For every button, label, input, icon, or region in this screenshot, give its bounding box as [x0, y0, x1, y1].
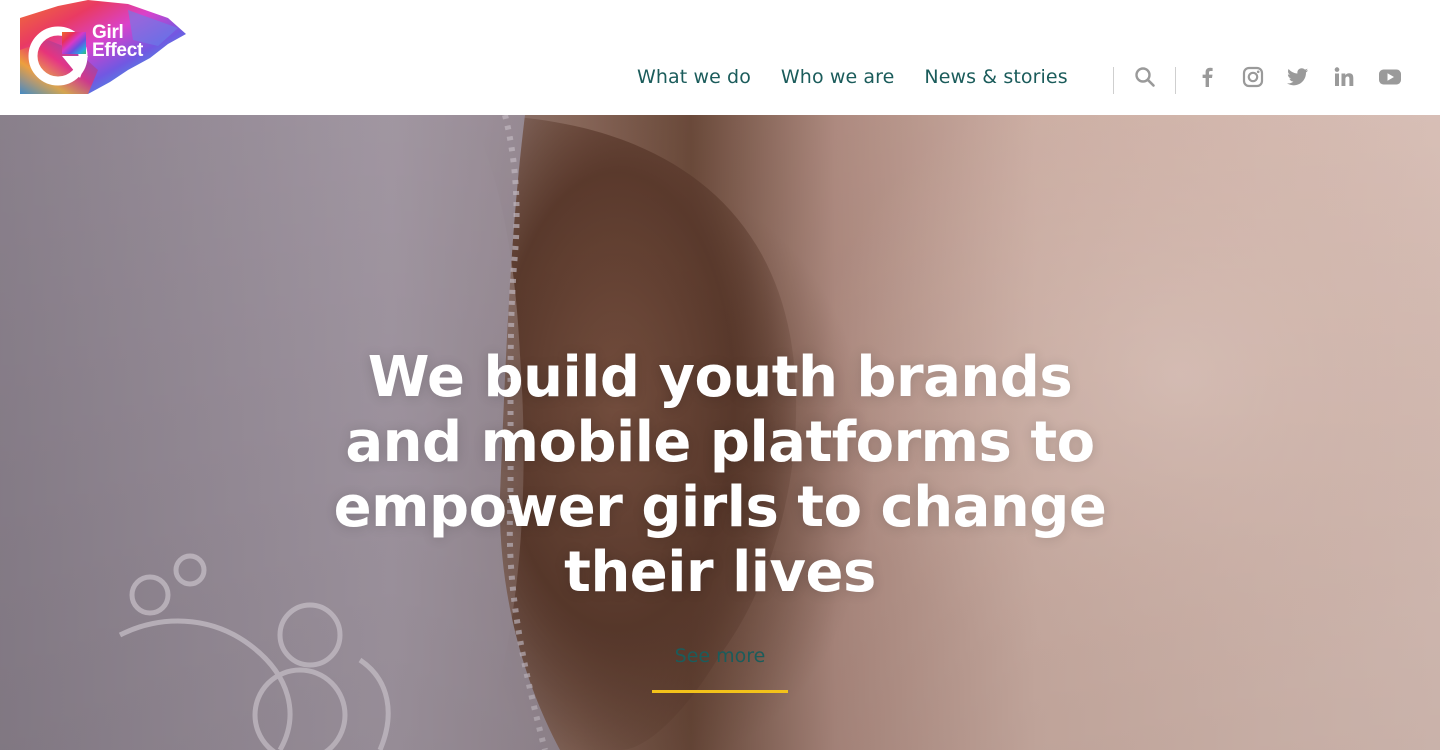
nav-news-stories[interactable]: News & stories [924, 66, 1067, 88]
site-header: Girl Effect What we do Who we are News &… [0, 0, 1440, 115]
see-more-link[interactable]: See more [652, 645, 788, 667]
twitter-icon[interactable] [1285, 64, 1311, 90]
facebook-icon[interactable] [1194, 64, 1220, 90]
logo-line-effect: Effect [92, 40, 143, 61]
youtube-icon[interactable] [1377, 64, 1403, 90]
search-icon[interactable] [1132, 64, 1158, 90]
hero-headline: We build youth brands and mobile platfor… [320, 345, 1120, 605]
nav-who-we-are[interactable]: Who we are [781, 66, 895, 88]
headline-line-4: their lives [564, 540, 876, 605]
see-more-underline [652, 690, 788, 693]
instagram-icon[interactable] [1240, 64, 1266, 90]
linkedin-icon[interactable] [1331, 64, 1357, 90]
girl-effect-logo[interactable]: Girl Effect [18, 0, 188, 96]
headline-line-1: We build youth brands [367, 345, 1073, 410]
headline-line-2: and mobile platforms to [345, 410, 1095, 475]
hero-banner: We build youth brands and mobile platfor… [0, 115, 1440, 750]
nav-divider [1113, 67, 1114, 94]
logo-wordmark: Girl Effect [92, 23, 143, 61]
main-nav: What we do Who we are News & stories [637, 66, 1068, 88]
headline-line-3: empower girls to change [333, 475, 1107, 540]
icons-divider [1175, 67, 1176, 94]
nav-what-we-do[interactable]: What we do [637, 66, 751, 88]
